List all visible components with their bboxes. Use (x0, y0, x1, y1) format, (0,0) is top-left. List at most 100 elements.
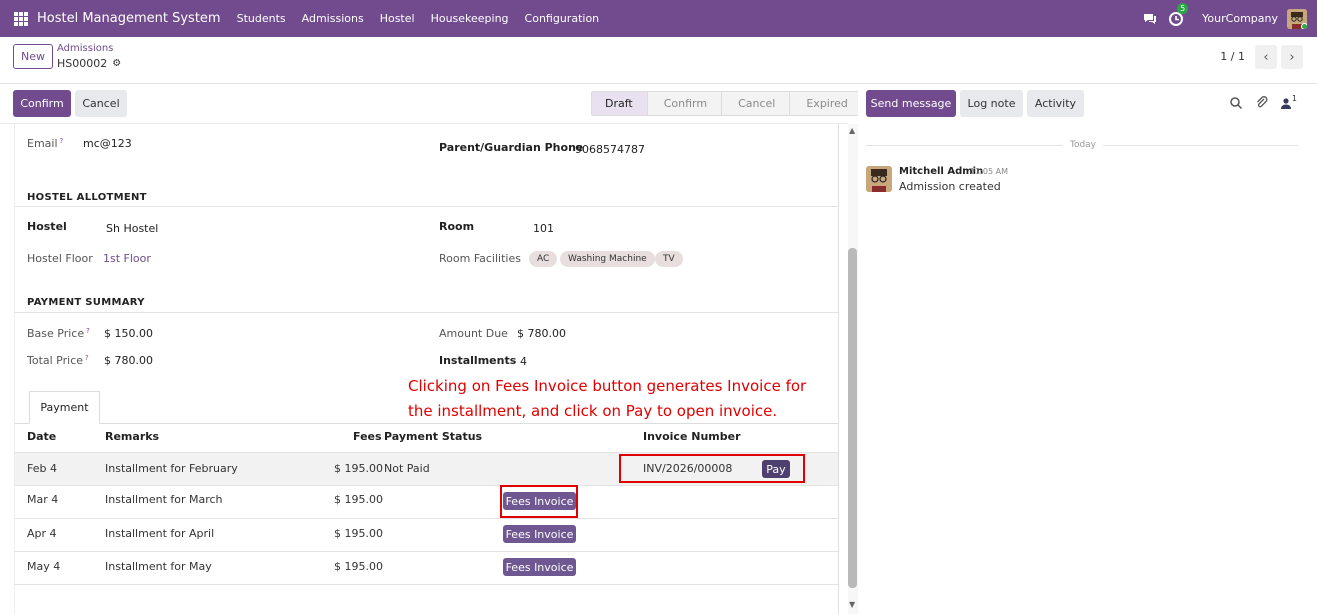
apps-menu-icon[interactable] (14, 11, 28, 26)
total-price-field[interactable]: $ 780.00 (104, 354, 153, 367)
breadcrumb-admissions[interactable]: Admissions (57, 43, 113, 54)
top-menu: Students Admissions Hostel Housekeeping … (237, 12, 616, 25)
hostel-allotment-title: HOSTEL ALLOTMENT (27, 192, 147, 203)
today-label: Today (1063, 140, 1103, 150)
email-label: Email? (27, 137, 64, 150)
highlight-pay-box (619, 454, 805, 483)
email-field[interactable]: mc@123 (83, 137, 132, 150)
form-sheet: Email? mc@123 Parent/Guardian Phone 9068… (14, 124, 839, 614)
guardian-phone-label: Parent/Guardian Phone (439, 141, 584, 154)
fees-invoice-button[interactable]: Fees Invoice (503, 525, 576, 543)
installments-field[interactable]: 4 (520, 355, 527, 368)
scroll-up-icon[interactable]: ▲ (849, 126, 855, 135)
message-time: 11:05 AM (970, 167, 1008, 176)
stage-expired[interactable]: Expired (789, 92, 862, 115)
tab-divider (15, 423, 838, 424)
stage-draft[interactable]: Draft (592, 92, 647, 115)
activity-button[interactable]: Activity (1027, 90, 1084, 117)
cell-fees: $ 195.00 (334, 560, 383, 573)
installments-label: Installments (439, 354, 517, 367)
table-row[interactable]: Apr 4 Installment for April $ 195.00 Fee… (15, 519, 838, 552)
col-remarks[interactable]: Remarks (105, 430, 159, 443)
scroll-down-icon[interactable]: ▼ (849, 600, 855, 609)
status-bar: Draft Confirm Cancel Expired (591, 91, 863, 116)
cell-fees: $ 195.00 (334, 527, 383, 540)
chevron-left-icon: ‹ (1263, 49, 1269, 65)
cell-date: Mar 4 (27, 493, 59, 506)
col-payment-status[interactable]: Payment Status (384, 430, 482, 443)
activity-clock[interactable]: 5 (1168, 2, 1189, 27)
cell-date: Feb 4 (27, 462, 57, 475)
facility-tag-tv[interactable]: TV (655, 251, 683, 267)
col-fees[interactable]: Fees (353, 430, 382, 443)
tab-payment[interactable]: Payment (29, 391, 100, 424)
search-icon[interactable] (1229, 96, 1243, 110)
col-invoice-number[interactable]: Invoice Number (643, 430, 741, 443)
amount-due-field[interactable]: $ 780.00 (517, 327, 566, 340)
new-button[interactable]: New (13, 44, 53, 69)
cell-date: Apr 4 (27, 527, 57, 540)
gear-icon[interactable]: ⚙ (112, 58, 121, 69)
log-note-button[interactable]: Log note (960, 90, 1023, 117)
cancel-button[interactable]: Cancel (75, 90, 127, 117)
systray: 5 YourCompany (1142, 0, 1307, 37)
hostel-floor-link[interactable]: 1st Floor (103, 252, 151, 265)
pager-next-button[interactable]: › (1281, 45, 1303, 69)
chat-icon[interactable] (1142, 11, 1158, 27)
base-price-field[interactable]: $ 150.00 (104, 327, 153, 340)
cell-remarks: Installment for May (105, 560, 212, 573)
app-title[interactable]: Hostel Management System (37, 11, 221, 26)
followers-count: 1 (1291, 94, 1297, 103)
message-avatar[interactable] (866, 166, 892, 192)
breadcrumb-record: HS00002 ⚙ (57, 57, 121, 70)
pager-previous-button[interactable]: ‹ (1255, 45, 1277, 69)
annotation-text: Clicking on Fees Invoice button generate… (408, 377, 807, 420)
online-status-dot (1301, 22, 1307, 29)
confirm-button[interactable]: Confirm (13, 90, 71, 117)
send-message-button[interactable]: Send message (866, 90, 956, 117)
scrollbar-thumb[interactable] (848, 248, 857, 588)
room-facilities-label: Room Facilities (439, 252, 521, 265)
table-row[interactable]: Mar 4 Installment for March $ 195.00 Fee… (15, 486, 838, 519)
menu-hostel[interactable]: Hostel (380, 12, 415, 25)
cell-date: May 4 (27, 560, 61, 573)
cell-payment-status: Not Paid (384, 462, 430, 475)
divider (15, 312, 838, 313)
divider (15, 206, 838, 207)
company-switcher[interactable]: YourCompany (1202, 12, 1278, 25)
stage-cancel[interactable]: Cancel (721, 92, 790, 115)
stage-confirm[interactable]: Confirm (646, 92, 722, 115)
facility-tag-ac[interactable]: AC (529, 251, 558, 267)
chatter-topbar-icons: 1 (1217, 94, 1297, 110)
chatter-panel: Send message Log note Activity 1 Today M… (858, 84, 1317, 614)
guardian-phone-field[interactable]: 9068574787 (575, 143, 645, 156)
pager-value[interactable]: 1 / 1 (1220, 50, 1245, 63)
record-name: HS00002 (57, 57, 108, 70)
room-field[interactable]: 101 (533, 222, 554, 235)
table-row[interactable]: May 4 Installment for May $ 195.00 Fees … (15, 552, 838, 585)
chevron-right-icon: › (1289, 49, 1295, 65)
activity-badge: 5 (1177, 2, 1189, 14)
col-date[interactable]: Date (27, 430, 56, 443)
form-action-bar: Confirm Cancel Draft Confirm Cancel Expi… (0, 84, 863, 124)
author-face-icon (866, 166, 892, 192)
payment-summary-title: PAYMENT SUMMARY (27, 297, 145, 308)
paperclip-icon[interactable] (1255, 96, 1269, 110)
base-price-label: Base Price? (27, 327, 90, 340)
menu-configuration[interactable]: Configuration (525, 12, 600, 25)
form-scrollbar[interactable]: ▲ ▼ (848, 124, 858, 614)
user-avatar[interactable] (1287, 8, 1307, 29)
menu-admissions[interactable]: Admissions (302, 12, 364, 25)
amount-due-label: Amount Due (439, 327, 508, 340)
fees-invoice-button[interactable]: Fees Invoice (503, 558, 576, 576)
menu-housekeeping[interactable]: Housekeeping (431, 12, 509, 25)
followers-button[interactable]: 1 (1280, 94, 1297, 109)
cell-remarks: Installment for April (105, 527, 215, 540)
person-icon (1280, 98, 1291, 109)
hostel-field[interactable]: Sh Hostel (106, 222, 158, 235)
menu-students[interactable]: Students (237, 12, 286, 25)
cell-fees: $ 195.00 (334, 462, 383, 475)
facility-tag-washing-machine[interactable]: Washing Machine (560, 251, 655, 267)
total-price-label: Total Price? (27, 354, 89, 367)
hostel-floor-label: Hostel Floor (27, 252, 93, 265)
